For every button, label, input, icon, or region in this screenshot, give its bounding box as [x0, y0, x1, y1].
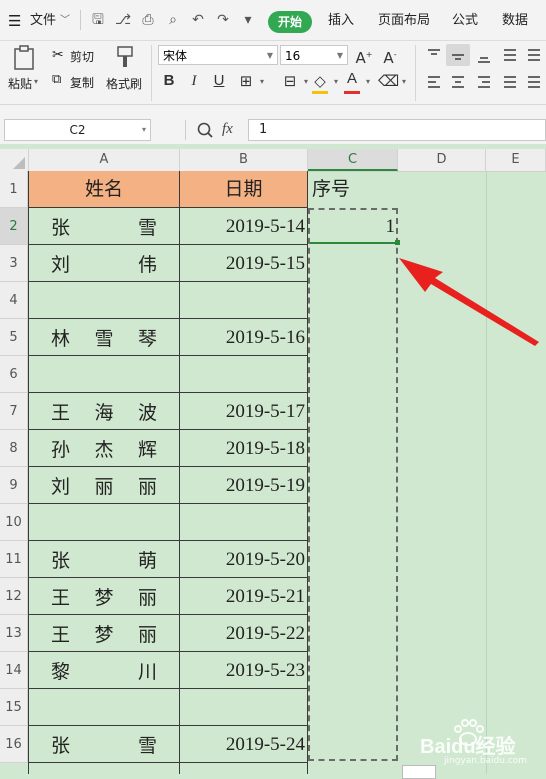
- cell-b10[interactable]: [180, 504, 307, 541]
- name-char: 丽: [137, 587, 157, 609]
- name-char: 琴: [137, 328, 157, 350]
- name-char: 张: [51, 217, 71, 239]
- name-char: 波: [137, 402, 157, 424]
- cell-a13[interactable]: 王梦丽: [29, 615, 179, 652]
- col-border: [28, 171, 29, 774]
- selection-range-c2-c16: [308, 208, 398, 761]
- name-char: 王: [51, 624, 71, 646]
- cell-b7[interactable]: 2019-5-17: [180, 393, 307, 430]
- row-header-6[interactable]: 6: [0, 356, 28, 393]
- name-char: 梦: [94, 624, 114, 646]
- row-header-7[interactable]: 7: [0, 393, 28, 430]
- cell-b6[interactable]: [180, 356, 307, 393]
- name-char: 王: [51, 402, 71, 424]
- row-header-11[interactable]: 11: [0, 541, 28, 578]
- name-char: 雪: [94, 328, 114, 350]
- row-header-9[interactable]: 9: [0, 467, 28, 504]
- name-char: 川: [137, 661, 157, 683]
- col-border: [179, 171, 180, 774]
- cell-a10[interactable]: [29, 504, 179, 541]
- row-header-13[interactable]: 13: [0, 615, 28, 652]
- name-char: 刘: [51, 254, 71, 276]
- cell-a2[interactable]: 张雪: [29, 208, 179, 245]
- cell-a7[interactable]: 王海波: [29, 393, 179, 430]
- name-char: 丽: [94, 476, 114, 498]
- cell-b12[interactable]: 2019-5-21: [180, 578, 307, 615]
- cell-b3[interactable]: 2019-5-15: [180, 245, 307, 282]
- cell-a14[interactable]: 黎川: [29, 652, 179, 689]
- cell-b11[interactable]: 2019-5-20: [180, 541, 307, 578]
- name-char: 海: [94, 402, 114, 424]
- row-header-2[interactable]: 2: [0, 208, 28, 245]
- cell-b16[interactable]: 2019-5-24: [180, 726, 307, 763]
- name-char: 王: [51, 587, 71, 609]
- row-header-4[interactable]: 4: [0, 282, 28, 319]
- name-char: 张: [51, 735, 71, 757]
- name-char: 张: [51, 550, 71, 572]
- cell-a5[interactable]: 林雪琴: [29, 319, 179, 356]
- name-char: 黎: [51, 661, 71, 683]
- name-char: 孙: [51, 439, 71, 461]
- cell-a4[interactable]: [29, 282, 179, 319]
- cell-a8[interactable]: 孙杰辉: [29, 430, 179, 467]
- cell-b15[interactable]: [180, 689, 307, 726]
- name-char: 雪: [137, 217, 157, 239]
- row-header-16[interactable]: 16: [0, 726, 28, 763]
- name-char: 辉: [137, 439, 157, 461]
- cell-a3[interactable]: 刘伟: [29, 245, 179, 282]
- autofill-options-button[interactable]: [402, 765, 436, 779]
- fill-handle[interactable]: [395, 240, 400, 245]
- cell-b9[interactable]: 2019-5-19: [180, 467, 307, 504]
- cell-a12[interactable]: 王梦丽: [29, 578, 179, 615]
- cell-a11[interactable]: 张萌: [29, 541, 179, 578]
- name-char: 梦: [94, 587, 114, 609]
- cell-b4[interactable]: [180, 282, 307, 319]
- name-char: 杰: [94, 439, 114, 461]
- row-header-3[interactable]: 3: [0, 245, 28, 282]
- cell-b14[interactable]: 2019-5-23: [180, 652, 307, 689]
- row-header-15[interactable]: 15: [0, 689, 28, 726]
- row-header-12[interactable]: 12: [0, 578, 28, 615]
- cell-a1[interactable]: 姓名: [29, 171, 179, 208]
- row-header-10[interactable]: 10: [0, 504, 28, 541]
- name-char: 丽: [137, 624, 157, 646]
- row-border: [29, 762, 308, 763]
- name-char: 萌: [137, 550, 157, 572]
- cell-b1[interactable]: 日期: [180, 171, 307, 208]
- cell-b13[interactable]: 2019-5-22: [180, 615, 307, 652]
- annotation-arrow: [399, 258, 539, 346]
- cell-a16[interactable]: 张雪: [29, 726, 179, 763]
- sheet-grid: 1 姓名 日期 序号 2 张雪 2019-5-14 1 3 刘伟 2019-5-15 4 5 林雪琴 201…: [0, 0, 546, 774]
- row-header-1[interactable]: 1: [0, 171, 28, 208]
- name-char: 雪: [137, 735, 157, 757]
- cell-a9[interactable]: 刘丽丽: [29, 467, 179, 504]
- cell-a15[interactable]: [29, 689, 179, 726]
- row-header-5[interactable]: 5: [0, 319, 28, 356]
- name-char: 伟: [137, 254, 157, 276]
- row-header-14[interactable]: 14: [0, 652, 28, 689]
- name-char: 林: [51, 328, 71, 350]
- row-header-8[interactable]: 8: [0, 430, 28, 467]
- name-char: 丽: [137, 476, 157, 498]
- name-char: 刘: [51, 476, 71, 498]
- cell-b5[interactable]: 2019-5-16: [180, 319, 307, 356]
- cell-c1[interactable]: 序号: [312, 171, 350, 208]
- cell-a6[interactable]: [29, 356, 179, 393]
- cell-b2[interactable]: 2019-5-14: [180, 208, 307, 245]
- cell-b8[interactable]: 2019-5-18: [180, 430, 307, 467]
- active-cell-underline: [310, 242, 397, 244]
